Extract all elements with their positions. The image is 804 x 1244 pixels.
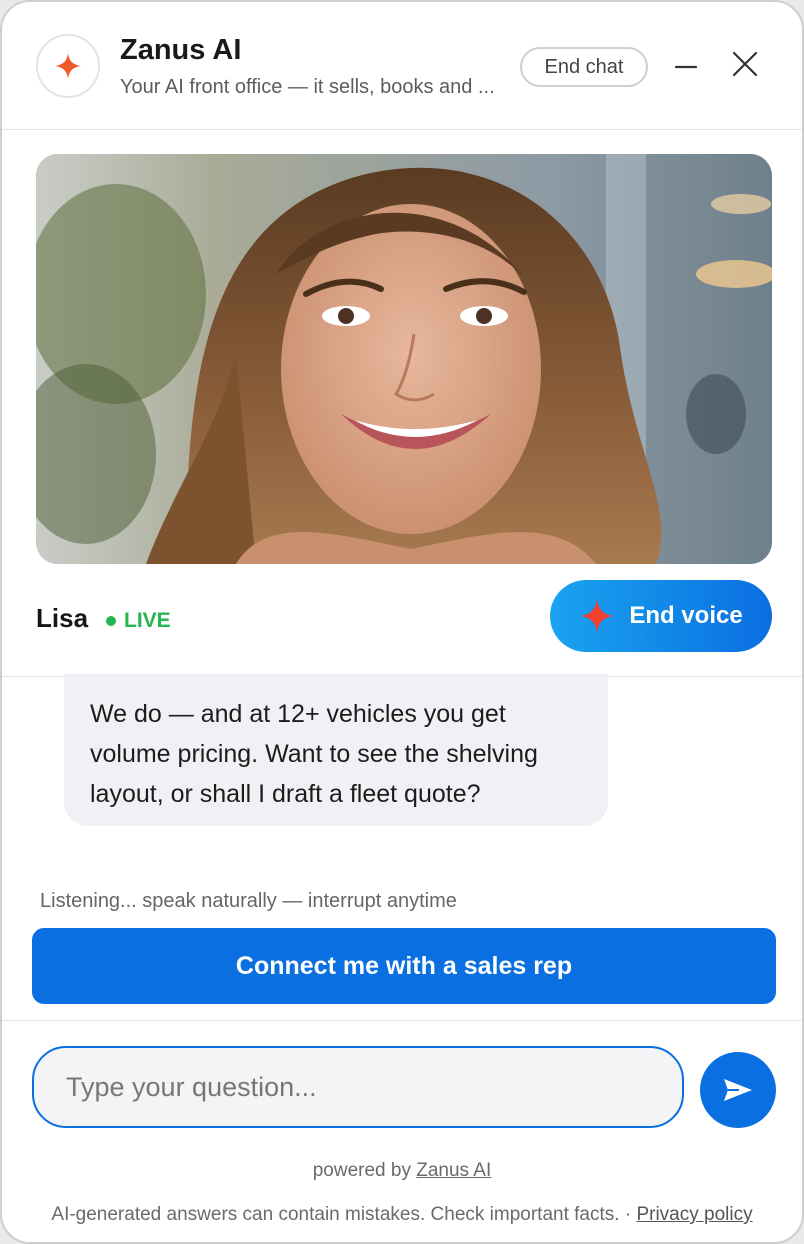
- app-title: Zanus AI: [120, 34, 242, 66]
- brand-logo: [36, 34, 100, 98]
- connect-sales-rep-button[interactable]: Connect me with a sales rep: [32, 928, 776, 1004]
- close-button[interactable]: [725, 44, 765, 84]
- agent-name: Lisa: [36, 603, 89, 633]
- powered-prefix: powered by: [312, 1160, 411, 1181]
- powered-link[interactable]: Zanus AI: [416, 1160, 491, 1181]
- agent-video: [36, 154, 772, 564]
- app-subtitle: Your AI front office — it sells, books a…: [120, 76, 495, 98]
- agent-portrait: [36, 154, 772, 564]
- live-label: LIVE: [124, 609, 171, 632]
- minimize-icon: [674, 65, 698, 69]
- minimize-button[interactable]: [666, 46, 706, 86]
- end-voice-button[interactable]: End voice: [550, 580, 772, 652]
- assistant-message: We do — and at 12+ vehicles you get volu…: [64, 674, 608, 826]
- close-icon: [732, 51, 758, 77]
- disclaimer-text: AI-generated answers can contain mistake…: [51, 1204, 632, 1225]
- sparkle-icon: [55, 53, 81, 79]
- listening-status: Listening... speak naturally — interrupt…: [40, 890, 457, 912]
- chat-widget: Zanus AI Your AI front office — it sells…: [0, 0, 804, 1244]
- send-icon: [724, 1079, 752, 1101]
- chat-header: Zanus AI Your AI front office — it sells…: [2, 2, 802, 130]
- powered-by: powered by Zanus AI: [2, 1160, 802, 1182]
- end-chat-button[interactable]: End chat: [520, 47, 648, 87]
- disclaimer: AI-generated answers can contain mistake…: [2, 1204, 802, 1226]
- live-indicator: LIVE: [106, 609, 171, 633]
- end-voice-label: End voice: [629, 602, 743, 629]
- live-dot-icon: [106, 616, 116, 626]
- question-input[interactable]: [32, 1046, 684, 1128]
- privacy-policy-link[interactable]: Privacy policy: [636, 1204, 752, 1225]
- sparkle-icon: [580, 599, 615, 633]
- send-button[interactable]: [700, 1052, 776, 1128]
- divider: [2, 1020, 802, 1021]
